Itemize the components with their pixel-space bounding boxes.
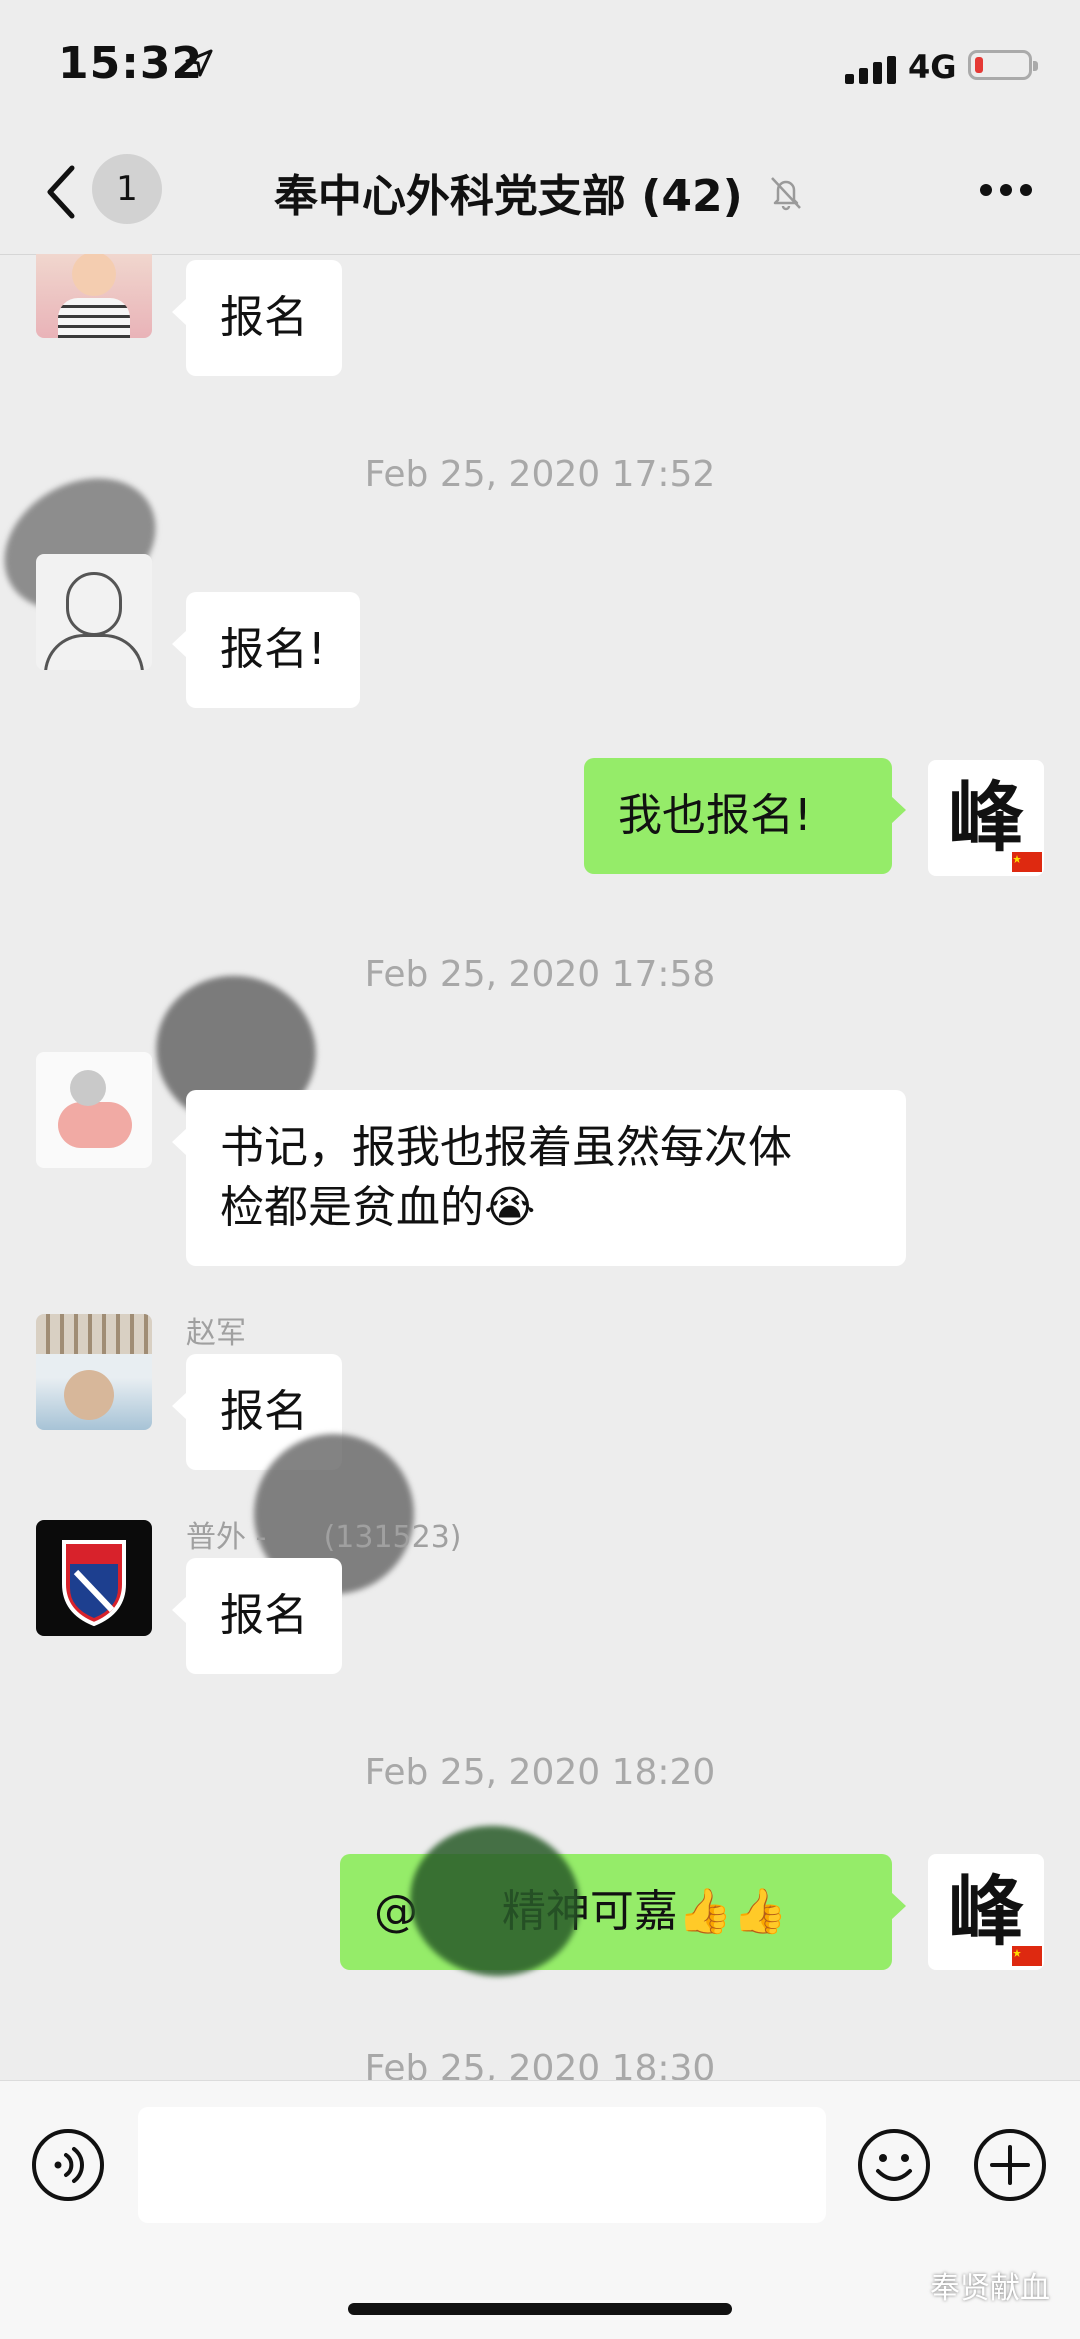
status-time: 15:32 — [58, 38, 204, 89]
battery-icon — [968, 50, 1038, 80]
voice-input-icon[interactable] — [30, 2127, 106, 2203]
own-avatar[interactable]: 峰 — [928, 760, 1044, 876]
chat-header: 1 奉中心外科党支部 (42) — [0, 130, 1080, 255]
club-badge-icon — [62, 1540, 126, 1627]
signal-icon — [845, 56, 896, 84]
chat-message-list[interactable]: 报名 Feb 25, 2020 17:52 报名! 我也报名! 峰 Feb 25… — [0, 254, 1080, 2080]
chat-title: 奉中心外科党支部 (42) — [0, 160, 1080, 224]
own-avatar-text: 峰 — [948, 1867, 1024, 1956]
timestamp: Feb 25, 2020 17:58 — [364, 954, 716, 995]
sender-name: 赵军 — [186, 1316, 246, 1351]
network-type: 4G — [908, 48, 957, 86]
home-indicator[interactable] — [348, 2303, 732, 2315]
message-bubble[interactable]: 书记，报我也报着虽然每次体 检都是贫血的😭 — [172, 1090, 906, 1266]
avatar[interactable] — [36, 554, 152, 670]
china-flag-icon — [1012, 852, 1042, 872]
timestamp: Feb 25, 2020 17:52 — [364, 454, 716, 495]
message-bubble[interactable]: 报名! — [172, 592, 360, 708]
avatar[interactable] — [36, 1052, 152, 1168]
message-input[interactable] — [138, 2107, 826, 2223]
sender-name: 普外 - (131523) — [186, 1520, 462, 1555]
own-avatar-text: 峰 — [948, 773, 1024, 862]
mute-bell-icon — [771, 177, 801, 211]
message-bubble-own[interactable]: 我也报名! — [584, 758, 906, 874]
input-bar: 奉贤献血 — [0, 2080, 1080, 2339]
emoji-icon[interactable] — [856, 2127, 932, 2203]
message-bubble[interactable]: 报名 — [172, 1558, 342, 1674]
message-text: 书记，报我也报着虽然每次体 检都是贫血的😭 — [220, 1122, 792, 1233]
location-arrow-icon — [185, 49, 213, 77]
avatar[interactable] — [36, 1520, 152, 1636]
timestamp: Feb 25, 2020 18:30 — [364, 2048, 716, 2080]
add-more-icon[interactable] — [972, 2127, 1048, 2203]
status-bar: 15:32 4G — [0, 0, 1080, 130]
timestamp: Feb 25, 2020 18:20 — [364, 1752, 716, 1793]
message-bubble[interactable]: 报名 — [172, 260, 342, 376]
avatar[interactable] — [36, 254, 152, 338]
watermark: 奉贤献血 — [930, 2271, 1050, 2306]
chat-title-text: 奉中心外科党支部 (42) — [273, 171, 743, 222]
own-avatar[interactable]: 峰 — [928, 1854, 1044, 1970]
more-options-icon[interactable] — [978, 182, 1034, 198]
china-flag-icon — [1012, 1946, 1042, 1966]
avatar[interactable] — [36, 1314, 152, 1430]
